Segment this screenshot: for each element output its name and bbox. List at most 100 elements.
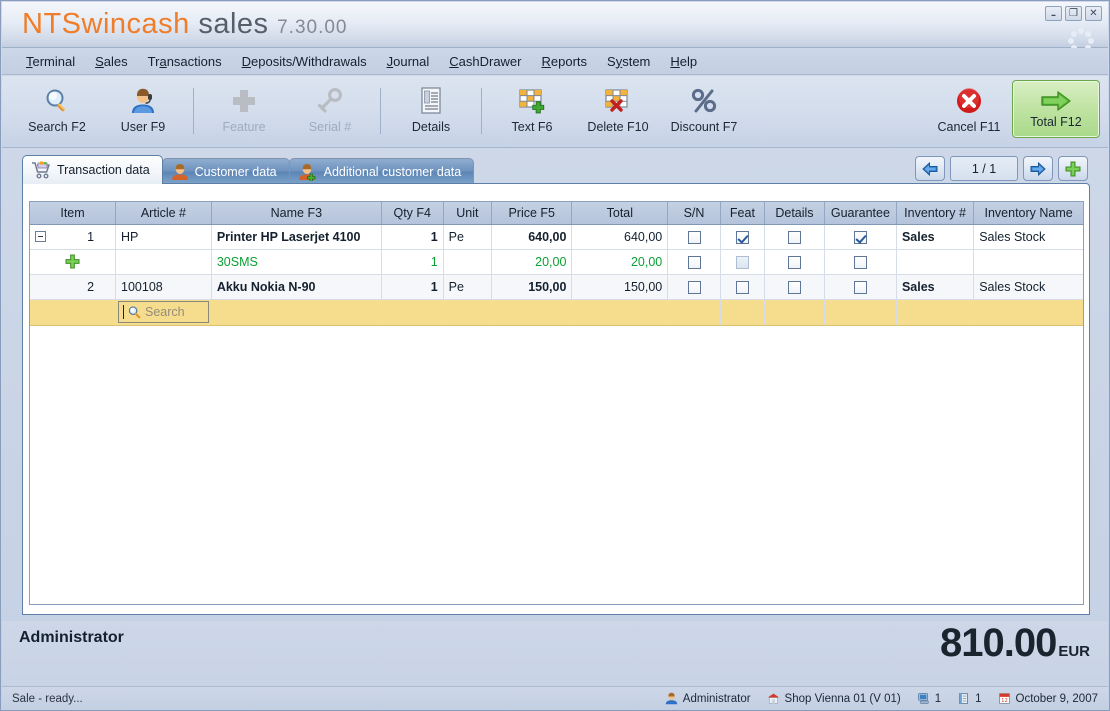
menu-item-reports[interactable]: Reports — [532, 52, 598, 71]
cell-unit[interactable]: Pe — [443, 274, 491, 299]
close-button[interactable]: ✕ — [1085, 6, 1102, 21]
transaction-grid-container[interactable]: Item Article # Name F3 Qty F4 Unit Price… — [29, 201, 1084, 605]
cell-inventory-no[interactable]: Sales — [896, 274, 973, 299]
details-checkbox[interactable] — [788, 231, 801, 244]
table-row[interactable]: 2 100108 Akku Nokia N-90 1 Pe 150,00 150… — [30, 274, 1083, 299]
grid-col-unit[interactable]: Unit — [443, 202, 491, 224]
menu-item-transactions[interactable]: Transactions — [138, 52, 232, 71]
toolbar-discount-button[interactable]: Discount F7 — [661, 80, 747, 142]
grid-col-guarantee[interactable]: Guarantee — [824, 202, 896, 224]
menu-item-terminal[interactable]: Terminal — [16, 52, 85, 71]
new-entry-row[interactable]: Search — [30, 299, 1083, 325]
cell-details[interactable] — [765, 224, 825, 249]
cell-item[interactable]: 1 — [30, 224, 116, 249]
grid-col-qty[interactable]: Qty F4 — [381, 202, 443, 224]
toolbar-serial-button[interactable]: Serial # — [287, 80, 373, 142]
cell-total[interactable]: 20,00 — [572, 249, 668, 274]
article-search-input[interactable]: Search — [118, 301, 209, 323]
cell-sn[interactable] — [668, 224, 721, 249]
cell-sn[interactable] — [668, 299, 721, 325]
minimize-button[interactable]: – — [1045, 6, 1062, 21]
menu-item-sales[interactable]: Sales — [85, 52, 138, 71]
table-row[interactable]: 30SMS 1 20,00 20,00 — [30, 249, 1083, 274]
cell-inventory-no[interactable]: Sales — [896, 224, 973, 249]
cell-article[interactable]: 100108 — [116, 274, 212, 299]
cell-unit[interactable]: Pe — [443, 224, 491, 249]
cell-price[interactable] — [492, 299, 572, 325]
table-row[interactable]: 1 HP Printer HP Laserjet 4100 1 Pe 640,0… — [30, 224, 1083, 249]
cell-feat[interactable] — [720, 274, 764, 299]
feat-checkbox[interactable] — [736, 231, 749, 244]
pager-prev-button[interactable] — [915, 156, 945, 181]
sn-checkbox[interactable] — [688, 281, 701, 294]
grid-col-sn[interactable]: S/N — [668, 202, 721, 224]
cell-feat[interactable] — [720, 224, 764, 249]
cell-article[interactable]: HP — [116, 224, 212, 249]
tab-additional-customer-data[interactable]: Additional customer data — [289, 158, 475, 184]
pager-next-button[interactable] — [1023, 156, 1053, 181]
menu-item-deposits-withdrawals[interactable]: Deposits/Withdrawals — [232, 52, 377, 71]
menu-item-system[interactable]: System — [597, 52, 660, 71]
add-feature-icon[interactable] — [65, 254, 80, 268]
grid-col-total[interactable]: Total — [572, 202, 668, 224]
grid-col-article[interactable]: Article # — [116, 202, 212, 224]
menu-item-cashdrawer[interactable]: CashDrawer — [439, 52, 531, 71]
feat-checkbox[interactable] — [736, 281, 749, 294]
cell-inventory-no[interactable] — [896, 299, 973, 325]
guarantee-checkbox[interactable] — [854, 231, 867, 244]
cell-qty[interactable]: 1 — [381, 274, 443, 299]
grid-col-price[interactable]: Price F5 — [492, 202, 572, 224]
tab-transaction-data[interactable]: Transaction data — [22, 155, 163, 184]
cell-name[interactable]: Printer HP Laserjet 4100 — [211, 224, 381, 249]
cell-qty[interactable]: 1 — [381, 224, 443, 249]
cell-item[interactable]: 2 — [30, 274, 116, 299]
cell-unit[interactable] — [443, 249, 491, 274]
cell-total[interactable]: 150,00 — [572, 274, 668, 299]
cell-unit[interactable] — [443, 299, 491, 325]
grid-col-details[interactable]: Details — [765, 202, 825, 224]
cell-inventory-name[interactable]: Sales Stock — [974, 224, 1083, 249]
cell-name[interactable]: 30SMS — [211, 249, 381, 274]
cell-total[interactable]: 640,00 — [572, 224, 668, 249]
sn-checkbox[interactable] — [688, 231, 701, 244]
cell-price[interactable]: 150,00 — [492, 274, 572, 299]
details-checkbox[interactable] — [788, 256, 801, 269]
cell-total[interactable] — [572, 299, 668, 325]
cell-sn[interactable] — [668, 249, 721, 274]
cell-details[interactable] — [765, 299, 825, 325]
cell-guarantee[interactable] — [824, 224, 896, 249]
toolbar-search-button[interactable]: Search F2 — [14, 80, 100, 142]
toolbar-cancel-button[interactable]: Cancel F11 — [926, 80, 1012, 142]
toolbar-feature-button[interactable]: Feature — [201, 80, 287, 142]
toolbar-text-button[interactable]: Text F6 — [489, 80, 575, 142]
details-checkbox[interactable] — [788, 281, 801, 294]
cell-details[interactable] — [765, 249, 825, 274]
cell-name[interactable] — [211, 299, 381, 325]
cell-article-search[interactable]: Search — [116, 299, 212, 325]
grid-col-feat[interactable]: Feat — [720, 202, 764, 224]
cell-inventory-name[interactable] — [974, 299, 1083, 325]
expand-collapse-icon[interactable] — [35, 231, 46, 242]
menu-item-help[interactable]: Help — [660, 52, 707, 71]
toolbar-delete-button[interactable]: Delete F10 — [575, 80, 661, 142]
cell-guarantee[interactable] — [824, 274, 896, 299]
pager-add-button[interactable] — [1058, 156, 1088, 181]
cell-guarantee[interactable] — [824, 249, 896, 274]
cell-price[interactable]: 20,00 — [492, 249, 572, 274]
toolbar-user-button[interactable]: User F9 — [100, 80, 186, 142]
guarantee-checkbox[interactable] — [854, 256, 867, 269]
cell-feat[interactable] — [720, 299, 764, 325]
cell-details[interactable] — [765, 274, 825, 299]
grid-col-inventory-name[interactable]: Inventory Name — [974, 202, 1083, 224]
tab-customer-data[interactable]: Customer data — [162, 158, 290, 184]
cell-name[interactable]: Akku Nokia N-90 — [211, 274, 381, 299]
cell-item[interactable] — [30, 249, 116, 274]
cell-guarantee[interactable] — [824, 299, 896, 325]
menu-item-journal[interactable]: Journal — [377, 52, 440, 71]
cell-qty[interactable] — [381, 299, 443, 325]
grid-col-name[interactable]: Name F3 — [211, 202, 381, 224]
toolbar-total-button[interactable]: Total F12 — [1012, 80, 1100, 138]
cell-inventory-name[interactable]: Sales Stock — [974, 274, 1083, 299]
cell-article[interactable] — [116, 249, 212, 274]
guarantee-checkbox[interactable] — [854, 281, 867, 294]
